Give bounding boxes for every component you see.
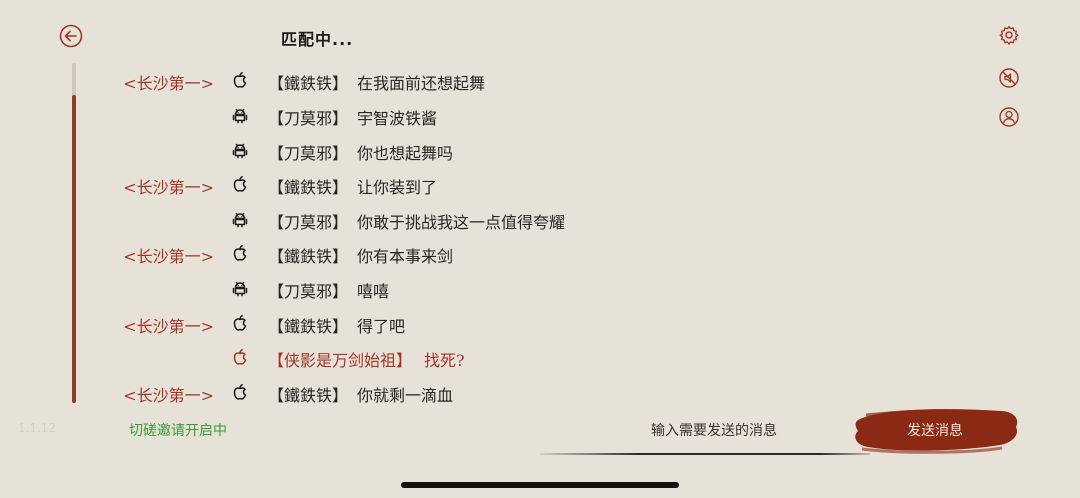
message-input[interactable]	[540, 412, 870, 450]
apple-icon	[233, 71, 247, 88]
player-name[interactable]: 【鐵鉄铁】	[268, 174, 348, 198]
chat-message: 【刀莫邪】 你也想起舞吗	[0, 133, 1080, 167]
message-input-wrapper	[540, 412, 870, 454]
chat-message-highlighted: 【侠影是万剑始祖】 找死?	[0, 340, 1080, 374]
message-text: 让你装到了	[357, 178, 438, 197]
back-arrow-icon	[59, 24, 83, 48]
invite-status[interactable]: 切磋邀请开启中	[129, 420, 227, 440]
chat-message: <长沙第一> 【鐵鉄铁】 你就剩一滴血	[0, 375, 1080, 409]
player-name[interactable]: 【鐵鉄铁】	[268, 313, 348, 337]
settings-button[interactable]	[998, 24, 1020, 46]
home-indicator[interactable]	[401, 482, 679, 488]
player-name[interactable]: 【刀莫邪】	[268, 140, 348, 164]
player-title-tag: <长沙第一>	[123, 386, 214, 405]
android-icon	[232, 143, 248, 159]
message-text: 在我面前还想起舞	[357, 74, 486, 93]
player-name[interactable]: 【刀莫邪】	[268, 105, 348, 129]
apple-icon	[233, 244, 247, 261]
apple-icon	[233, 175, 247, 192]
chat-message: <长沙第一> 【鐵鉄铁】 让你装到了	[0, 167, 1080, 201]
send-button-label: 发送消息	[907, 423, 963, 439]
version-label: 1.1.12	[18, 421, 57, 435]
apple-icon	[233, 348, 247, 365]
android-icon	[232, 281, 248, 297]
chat-message: 【刀莫邪】 宇智波铁酱	[0, 98, 1080, 132]
player-name[interactable]: 【鐵鉄铁】	[268, 70, 348, 94]
apple-icon	[233, 314, 247, 331]
player-name[interactable]: 【侠影是万剑始祖】	[268, 347, 412, 371]
input-underline	[540, 453, 870, 455]
message-text: 得了吧	[357, 317, 406, 336]
message-text: 找死?	[424, 351, 465, 370]
chat-message: 【刀莫邪】 你敢于挑战我这一点值得夸耀	[0, 202, 1080, 236]
player-name[interactable]: 【鐵鉄铁】	[268, 243, 348, 267]
page-title: 匹配中...	[281, 30, 354, 49]
player-title-tag: <长沙第一>	[123, 178, 214, 197]
message-text: 嘻嘻	[357, 282, 390, 301]
android-icon	[232, 212, 248, 228]
chat-message: <长沙第一> 【鐵鉄铁】 在我面前还想起舞	[0, 63, 1080, 97]
send-message-button[interactable]: 发送消息	[852, 405, 1020, 455]
message-text: 宇智波铁酱	[357, 109, 438, 128]
player-name[interactable]: 【刀莫邪】	[268, 209, 348, 233]
player-title-tag: <长沙第一>	[123, 247, 214, 266]
chat-message: <长沙第一> 【鐵鉄铁】 你有本事来剑	[0, 236, 1080, 270]
apple-icon	[233, 383, 247, 400]
chat-message: 【刀莫邪】 嘻嘻	[0, 271, 1080, 305]
gear-icon	[999, 25, 1019, 45]
message-text: 你也想起舞吗	[357, 144, 454, 163]
chat-message: <长沙第一> 【鐵鉄铁】 得了吧	[0, 306, 1080, 340]
player-title-tag: <长沙第一>	[123, 74, 214, 93]
player-name[interactable]: 【刀莫邪】	[268, 278, 348, 302]
message-text: 你敢于挑战我这一点值得夸耀	[357, 213, 566, 232]
message-text: 你就剩一滴血	[357, 386, 454, 405]
player-title-tag: <长沙第一>	[123, 317, 214, 336]
player-name[interactable]: 【鐵鉄铁】	[268, 382, 348, 406]
message-text: 你有本事来剑	[357, 247, 454, 266]
back-button[interactable]	[58, 23, 84, 49]
android-icon	[232, 108, 248, 124]
